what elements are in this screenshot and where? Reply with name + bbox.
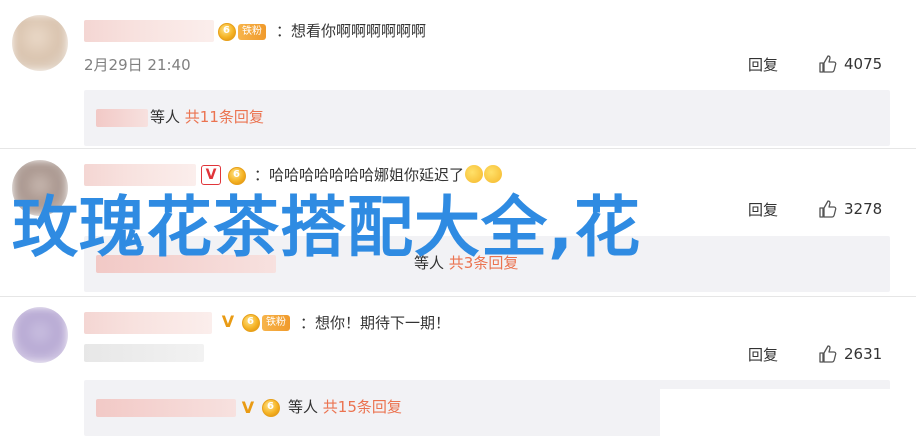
like-icon [819, 200, 837, 218]
comment-text-content: ：哈哈哈哈哈哈哈娜姐你延迟了 [254, 166, 465, 184]
vip-icon: V [221, 312, 235, 331]
like-icon [819, 55, 837, 73]
like-button[interactable]: 4075 [818, 54, 882, 74]
sub-reply-count-link[interactable]: 共11条回复 [185, 108, 264, 126]
like-button[interactable]: 3278 [818, 199, 882, 219]
reply-button[interactable]: 回复 [748, 54, 778, 75]
sub-reply-count-link[interactable]: 共15条回复 [323, 398, 402, 416]
like-button[interactable]: 2631 [818, 344, 882, 364]
like-count: 3278 [844, 200, 883, 218]
sub-reply-summary: 等人 共15条回复 [288, 396, 402, 418]
blank-overlay [660, 389, 916, 441]
username-blurred[interactable] [84, 312, 212, 334]
sub-reply-summary: 等人 共11条回复 [150, 106, 264, 128]
fan-medal-icon [262, 399, 280, 417]
avatar[interactable] [12, 307, 68, 363]
emoji-icon [465, 165, 484, 183]
emoji-icon [484, 165, 503, 183]
sub-reply-prefix: 等人 [150, 108, 181, 126]
sub-reply-names-blurred [96, 109, 148, 127]
time-blurred [84, 344, 204, 362]
avatar[interactable] [12, 15, 68, 71]
like-count: 4075 [844, 55, 883, 73]
fan-medal-icon [242, 314, 260, 332]
sub-replies[interactable]: 等人 共11条回复 [84, 90, 890, 146]
fan-tag-label: 铁粉 [262, 315, 290, 331]
fan-medal-icon [218, 23, 236, 41]
vip-icon: V [201, 165, 221, 185]
fan-badge: 铁粉 [218, 22, 266, 42]
comment-time: 2月29日 21:40 [84, 56, 191, 74]
fan-badge: 铁粉 [242, 313, 290, 333]
like-icon [819, 345, 837, 363]
reply-button[interactable]: 回复 [748, 199, 778, 220]
comment-text: ：想看你啊啊啊啊啊啊 [276, 22, 427, 40]
username-blurred[interactable] [84, 20, 214, 42]
divider [0, 296, 916, 297]
like-count: 2631 [844, 345, 883, 363]
overlay-title: 玫瑰花茶搭配大全,花 [12, 189, 642, 266]
sub-reply-names-blurred [96, 399, 236, 417]
vip-icon: V [241, 398, 255, 417]
divider [0, 148, 916, 149]
reply-button[interactable]: 回复 [748, 344, 778, 365]
sub-reply-prefix: 等人 [288, 398, 319, 416]
comment-text: ：想你！期待下一期！ [300, 314, 451, 332]
fan-tag-label: 铁粉 [238, 24, 266, 40]
